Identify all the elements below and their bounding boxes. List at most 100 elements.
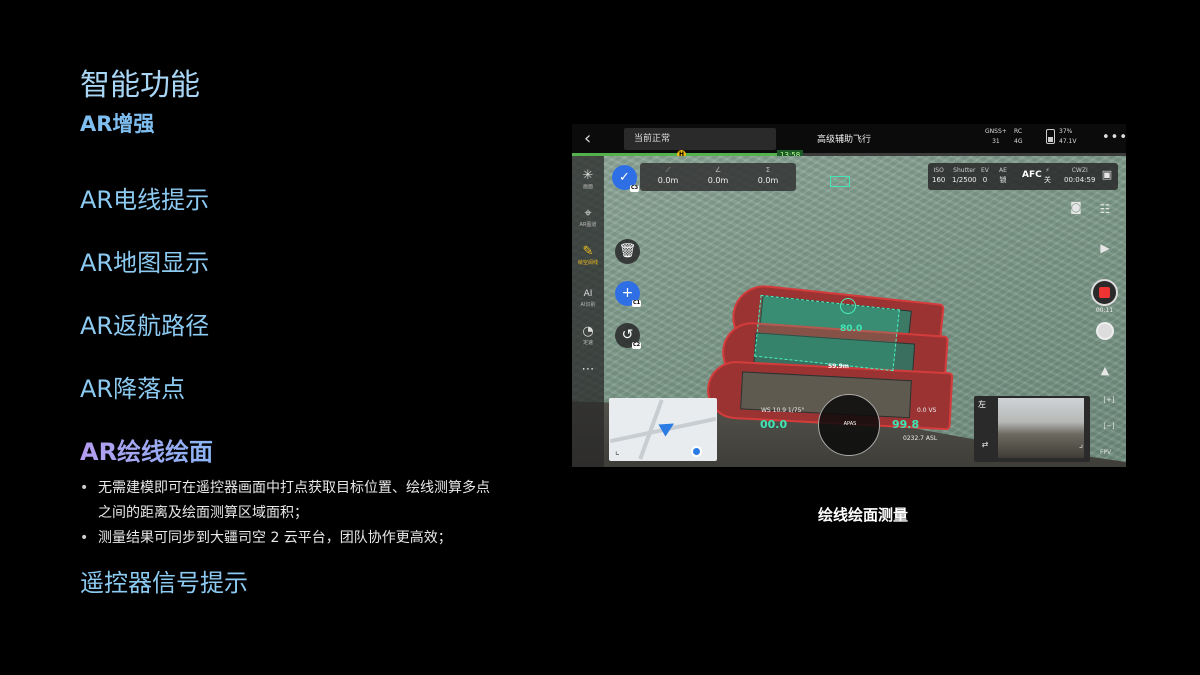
battery-percent: 37%: [1059, 128, 1073, 135]
measure-value: 0.0m: [657, 176, 679, 185]
sum-icon: Σ: [765, 166, 771, 174]
expand-map-icon[interactable]: ⌞: [615, 446, 620, 457]
compass-icon[interactable]: ▲: [1094, 364, 1116, 377]
mini-map[interactable]: ⌞: [609, 398, 717, 461]
screenshot-icon[interactable]: ◙: [1065, 200, 1087, 214]
tool-ar[interactable]: ⌖ AR图道: [572, 206, 604, 229]
measure-value: 0.0m: [757, 176, 779, 185]
battery-indicator: 37% 47.1V: [1059, 127, 1076, 147]
screenshot-caption: 绘线绘面测量: [818, 506, 909, 524]
iso-value: 160: [932, 176, 946, 184]
tool-label: 画面: [582, 184, 593, 190]
bullet-item: 无需建模即可在遥控器画面中打点获取目标位置、绘线测算多点之间的距离及绘面测算区域…: [80, 476, 490, 526]
location-dot-icon[interactable]: [691, 446, 702, 457]
flight-status[interactable]: 当前正常: [624, 128, 776, 150]
plus-icon: +: [621, 285, 634, 301]
gnss-value: 31: [992, 138, 1000, 145]
fpv-label: FPV: [1100, 449, 1112, 456]
aircraft-icon: [658, 417, 678, 437]
camera-mode-icon[interactable]: ▣: [1096, 168, 1118, 181]
more-icon[interactable]: •••: [1102, 130, 1126, 145]
more-icon: ⋯: [581, 362, 595, 377]
status-bar: ‹ 当前正常 高级辅助飞行 GNSS+ 31 RC 4G 37% 47.1V •…: [572, 124, 1126, 155]
ar-icon: ⌖: [584, 206, 592, 221]
rc-network: 4G: [1014, 138, 1023, 145]
delete-button[interactable]: 🗑: [615, 239, 640, 264]
shutter-button[interactable]: [1096, 322, 1114, 340]
feature-ar-rth-path: AR返航路径: [80, 312, 210, 340]
measure-value: 0.0m: [707, 176, 729, 185]
tool-grid[interactable]: ✳ 画面: [572, 168, 604, 191]
ar-target-icon[interactable]: [840, 298, 856, 314]
record-time: 00:11: [1095, 307, 1114, 314]
feature-ar-map: AR地图显示: [80, 249, 210, 277]
tool-label: 定速: [582, 340, 593, 346]
slide-subtitle: AR增强: [80, 112, 155, 136]
shortcut-badge: C3: [630, 185, 640, 192]
feature-rc-signal: 遥控器信号提示: [80, 569, 248, 597]
tool-more[interactable]: ⋯: [572, 362, 604, 378]
ai-icon: AI: [583, 289, 593, 299]
ae-setting: AE 锁: [999, 166, 1007, 185]
storage-info: CWZI 00:04:59: [1064, 166, 1095, 185]
speed-icon: ◔: [582, 324, 594, 339]
ev-setting: EV 0: [981, 166, 989, 185]
swap-icon[interactable]: ⇄: [974, 440, 996, 449]
gnss-indicator: GNSS+ 31: [985, 127, 1007, 147]
tool-draw[interactable]: ✎ 绘空阅线: [572, 244, 604, 267]
line-icon: ⟋: [665, 166, 671, 174]
ar-area-value: 80.0: [840, 324, 863, 334]
expand-icon[interactable]: ⌟: [1070, 440, 1092, 450]
shortcut-badge: C2: [632, 342, 642, 349]
flight-mode: 高级辅助飞行: [817, 135, 872, 145]
attitude-indicator: APAS: [818, 394, 880, 456]
record-button[interactable]: [1091, 279, 1118, 306]
shutter-value: 1/2500: [952, 176, 977, 184]
ae-label: AE: [999, 167, 1007, 174]
feature-ar-draw: AR绘线绘面: [80, 432, 213, 467]
undo-icon: ↺: [621, 327, 634, 343]
pip-view[interactable]: 左 ⇄ ⌟: [974, 396, 1090, 462]
off-label: 关: [1044, 176, 1051, 184]
ev-label: EV: [981, 167, 989, 174]
measure-total: Σ 0.0m: [743, 165, 793, 187]
battery-icon: [1046, 129, 1055, 144]
tool-rail: ✳ 画面 ⌖ AR图道 ✎ 绘空阅线 AI AI识别 ◔ 定速 ⋯: [572, 156, 604, 467]
video-icon[interactable]: ▶: [1094, 241, 1116, 255]
tool-label: 绘空阅线: [577, 260, 598, 266]
tool-label: AR图道: [579, 222, 597, 228]
storage-remaining: 00:04:59: [1064, 176, 1096, 184]
battery-voltage: 47.1V: [1059, 138, 1077, 145]
iso-label: ISO: [933, 167, 944, 174]
shutter-label: Shutter: [953, 167, 976, 174]
pilot-app-screenshot: ‹ 当前正常 高级辅助飞行 GNSS+ 31 RC 4G 37% 47.1V •…: [572, 124, 1126, 467]
camera-settings-panel[interactable]: ISO 160 Shutter 1/2500 EV 0 AE 锁 AFC ⚡ 关…: [928, 163, 1118, 190]
off-setting: ⚡ 关: [1044, 166, 1051, 185]
tool-speed[interactable]: ◔ 定速: [572, 324, 604, 347]
rc-label: RC: [1014, 128, 1023, 135]
tool-ai[interactable]: AI AI识别: [572, 286, 604, 309]
trash-icon: 🗑: [618, 243, 637, 259]
vertical-speed: 0.0 VS: [917, 407, 937, 414]
check-icon: ✓: [619, 170, 630, 185]
zoom-out-icon[interactable]: [−]: [1098, 422, 1120, 430]
settings-sliders-icon[interactable]: ☷: [1094, 202, 1116, 216]
angle-icon: ∠: [714, 166, 722, 174]
ar-tag: ⊢ ⊣: [830, 176, 851, 187]
feature-bullets: 无需建模即可在遥控器画面中打点获取目标位置、绘线测算多点之间的距离及绘面测算区域…: [80, 476, 490, 551]
shutter-setting: Shutter 1/2500: [952, 166, 977, 185]
wind-speed: WS 10.9 1/75°: [761, 407, 805, 414]
altitude: 99.8: [892, 418, 920, 431]
no-flash-icon: ⚡: [1045, 167, 1050, 174]
focus-mode[interactable]: AFC: [1022, 170, 1042, 180]
bullet-item: 测量结果可同步到大疆司空 2 云平台，团队协作更高效；: [80, 526, 490, 551]
back-icon[interactable]: ‹: [584, 130, 600, 148]
shortcut-badge: C1: [632, 300, 642, 307]
lock-icon: 锁: [999, 176, 1007, 184]
feature-ar-powerline: AR电线提示: [80, 186, 210, 214]
ar-line-value: 59.9m: [828, 363, 850, 370]
zoom-in-icon[interactable]: [+]: [1098, 396, 1120, 404]
grid-icon: ✳: [582, 168, 594, 183]
apas-label: APAS: [843, 421, 857, 427]
storage-name: CWZI: [1071, 167, 1088, 174]
